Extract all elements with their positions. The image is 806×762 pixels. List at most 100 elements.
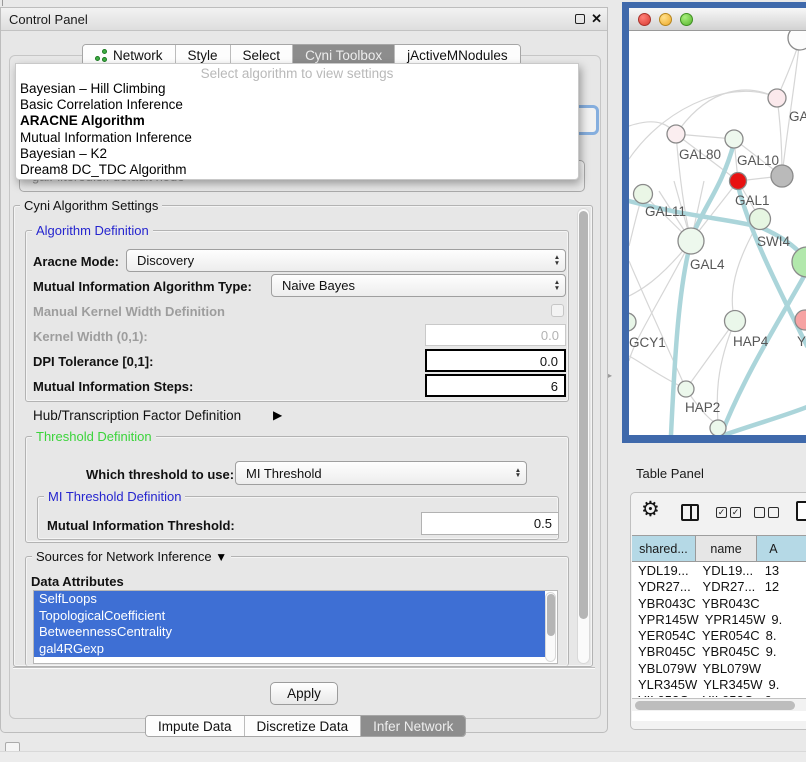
attribute-item[interactable]: SelfLoops xyxy=(34,591,545,608)
tab-infer-network[interactable]: Infer Network xyxy=(361,716,465,736)
mi-steps-field[interactable]: 6 xyxy=(425,374,566,397)
attribute-item[interactable]: BetweennessCentrality xyxy=(34,624,545,641)
mi-threshold-field[interactable]: 0.5 xyxy=(421,512,559,535)
network-node-big-green-right[interactable] xyxy=(792,247,806,277)
select-all-checkbox-icon[interactable]: ✓ xyxy=(716,507,727,518)
table-row[interactable]: YBL079WYBL079W xyxy=(632,661,806,677)
table-row[interactable]: YDL19...YDL19...13 xyxy=(632,563,806,579)
tab-cyni-toolbox[interactable]: Cyni Toolbox xyxy=(293,45,395,65)
combo-arrows-icon: ▲▼ xyxy=(549,280,565,291)
network-node-label: GAL10 xyxy=(737,153,779,168)
network-node-HAP2[interactable] xyxy=(678,381,694,397)
table-cell: YER054C xyxy=(632,628,696,644)
tab-discretize-data[interactable]: Discretize Data xyxy=(245,716,362,736)
apply-button[interactable]: Apply xyxy=(270,682,338,705)
dpi-tolerance-field[interactable]: 0.0 xyxy=(425,349,566,372)
attribute-list-scrollbar[interactable] xyxy=(545,592,556,662)
kernel-width-label: Kernel Width (0,1): xyxy=(33,329,148,344)
network-node-gray-node[interactable] xyxy=(771,165,793,187)
column-header-name[interactable]: name xyxy=(696,536,757,561)
column-header-partial[interactable]: A xyxy=(757,536,806,561)
mi-threshold-label: Mutual Information Threshold: xyxy=(47,518,235,533)
column-header-shared-name[interactable]: shared... xyxy=(632,536,696,561)
table-row[interactable]: YDR27...YDR27...12 xyxy=(632,579,806,595)
algorithm-option[interactable]: Bayesian – K2 xyxy=(16,146,578,162)
algorithm-option[interactable]: Basic Correlation Inference xyxy=(16,97,578,113)
attribute-list-scrollbar-thumb[interactable] xyxy=(547,594,555,636)
table-cell: YPR145W xyxy=(699,612,766,628)
tab-impute-data[interactable]: Impute Data xyxy=(146,716,245,736)
network-node-HAP4[interactable] xyxy=(725,311,746,332)
algorithm-option[interactable]: ARACNE Algorithm xyxy=(16,113,578,129)
column-layout-icon[interactable] xyxy=(681,504,699,521)
network-node-GAL10[interactable] xyxy=(725,130,743,148)
minimize-traffic-light[interactable] xyxy=(659,13,672,26)
network-node-GAL1[interactable] xyxy=(730,173,747,190)
network-node-label: GCY1 xyxy=(629,335,666,350)
settings-scrollbar[interactable] xyxy=(577,208,590,664)
network-canvas[interactable]: GALGAL80GAL10GAL1GAL11SWI4GAL4GCY1HAP4YH… xyxy=(629,31,806,435)
select-all-checkbox-icon-2[interactable]: ✓ xyxy=(730,507,741,518)
table-cell: YBR043C xyxy=(696,596,760,612)
table-cell: YBL079W xyxy=(632,661,697,677)
network-node-bottom-small[interactable] xyxy=(710,420,726,435)
table-document-icon[interactable] xyxy=(796,501,806,521)
table-row[interactable]: YBR043CYBR043C xyxy=(632,596,806,612)
algorithm-option[interactable]: Bayesian – Hill Climbing xyxy=(16,81,578,97)
aracne-mode-combobox[interactable]: Discovery ▲▼ xyxy=(126,249,566,272)
table-cell: 9 xyxy=(759,693,806,697)
tab-style[interactable]: Style xyxy=(176,45,231,65)
gear-icon[interactable]: ⚙ xyxy=(641,497,660,522)
algorithm-option[interactable]: Mutual Information Inference xyxy=(16,130,578,146)
which-threshold-combobox[interactable]: MI Threshold ▲▼ xyxy=(235,461,527,485)
node-table: shared... name A YDL19...YDL19...13YDR27… xyxy=(632,535,806,721)
cyni-algorithm-settings-title: Cyni Algorithm Settings xyxy=(20,198,162,213)
table-row[interactable]: YER054CYER054C8. xyxy=(632,628,806,644)
attribute-item[interactable]: TopologicalCoefficient xyxy=(34,608,545,625)
table-row[interactable]: YPR145WYPR145W9. xyxy=(632,612,806,628)
table-horizontal-scrollbar-thumb[interactable] xyxy=(635,701,795,710)
algorithm-option[interactable]: Dream8 DC_TDC Algorithm xyxy=(16,162,578,178)
network-node-GCY1[interactable] xyxy=(629,313,636,331)
settings-scrollbar-thumb[interactable] xyxy=(579,211,588,619)
which-threshold-label: Which threshold to use: xyxy=(86,467,234,482)
table-horizontal-scrollbar[interactable] xyxy=(632,698,806,711)
deselect-checkbox-icon-2[interactable] xyxy=(768,507,779,518)
kernel-width-field[interactable]: 0.0 xyxy=(425,324,566,346)
table-cell: YPR145W xyxy=(632,612,699,628)
table-cell xyxy=(760,596,806,612)
manual-kernel-width-checkbox[interactable] xyxy=(551,304,564,317)
hub-expander-arrow-icon[interactable]: ▶ xyxy=(273,408,282,422)
network-node-label: Y xyxy=(797,334,806,349)
network-edge xyxy=(686,321,735,389)
mi-algorithm-type-combobox[interactable]: Naive Bayes ▲▼ xyxy=(271,274,566,297)
network-node-GAL4[interactable] xyxy=(678,228,704,254)
zoom-traffic-light[interactable] xyxy=(680,13,693,26)
network-node-pink-upper[interactable] xyxy=(768,89,786,107)
panel-divider-handle[interactable]: ▸ xyxy=(608,371,612,380)
attribute-item[interactable]: gal4RGexp xyxy=(34,641,545,658)
table-panel-toolbar: ⚙ ✓ ✓ xyxy=(631,493,806,535)
algorithm-dropdown: Select algorithm to view settings Bayesi… xyxy=(15,63,579,180)
table-cell: 8. xyxy=(760,628,806,644)
table-row[interactable]: YIL052CYIL052C9 xyxy=(632,693,806,697)
table-row[interactable]: YLR345WYLR345W9. xyxy=(632,677,806,693)
tab-jactivemnodules[interactable]: jActiveMNodules xyxy=(395,45,520,65)
tab-network[interactable]: Network xyxy=(83,45,176,65)
table-row[interactable]: YBR045CYBR045C9. xyxy=(632,644,806,660)
close-traffic-light[interactable] xyxy=(638,13,651,26)
tab-select[interactable]: Select xyxy=(231,45,294,65)
float-window-icon[interactable] xyxy=(575,14,585,24)
network-node-top-partial[interactable] xyxy=(788,31,806,50)
network-window-titlebar[interactable] xyxy=(629,8,806,31)
combo-arrows-icon: ▲▼ xyxy=(510,468,526,479)
sources-collapse-arrow-icon[interactable]: ▼ xyxy=(215,550,227,564)
network-node-GAL80[interactable] xyxy=(667,125,685,143)
network-node-GAL11[interactable] xyxy=(634,185,653,204)
algorithm-list: Bayesian – Hill ClimbingBasic Correlatio… xyxy=(16,81,578,178)
close-icon[interactable]: ✕ xyxy=(591,11,602,27)
deselect-checkbox-icon[interactable] xyxy=(754,507,765,518)
network-node-SWI4[interactable] xyxy=(750,209,771,230)
network-node-label: GAL11 xyxy=(645,204,686,219)
table-cell: YDL19... xyxy=(632,563,697,579)
